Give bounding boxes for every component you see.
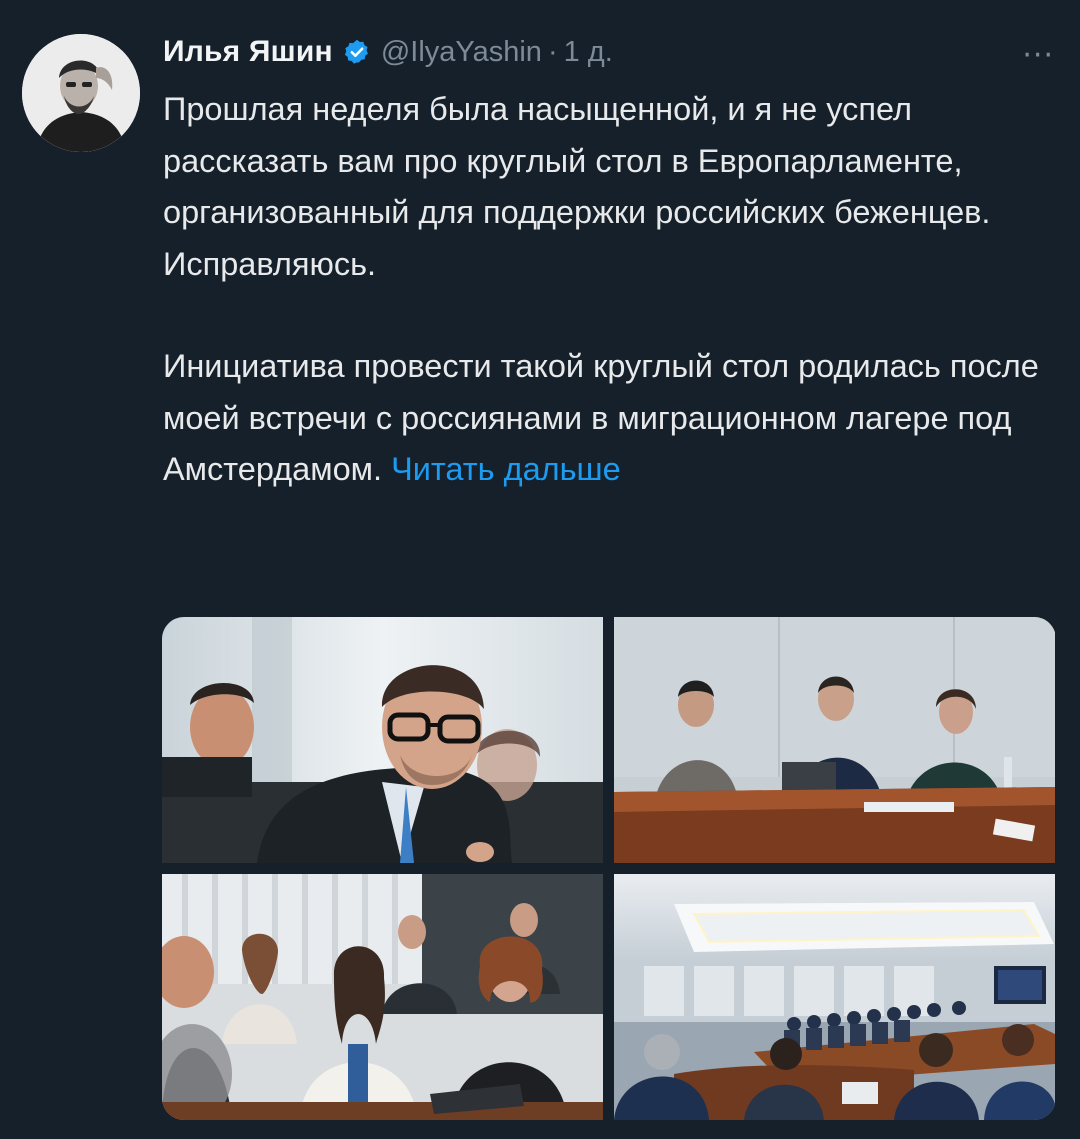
media-grid — [162, 617, 1056, 1120]
avatar-photo — [22, 34, 140, 152]
photo-conference-room[interactable] — [614, 874, 1055, 1120]
photo-audience-women[interactable] — [162, 874, 603, 1120]
photo-panel-three-people[interactable] — [614, 617, 1055, 863]
tweet[interactable]: Илья Яшин @IlyaYashin · 1 д. ··· Прошлая… — [0, 0, 1080, 1139]
photo-speaker-closeup[interactable] — [162, 617, 603, 863]
tweet-text: Прошлая неделя была насыщенной, и я не у… — [163, 84, 1043, 496]
verified-badge-icon — [343, 38, 371, 66]
tweet-header: Илья Яшин @IlyaYashin · 1 д. — [163, 30, 613, 74]
separator-dot: · — [547, 35, 558, 68]
user-handle[interactable]: @IlyaYashin — [381, 36, 542, 69]
read-more-link[interactable]: Читать дальше — [391, 451, 621, 487]
timestamp[interactable]: 1 д. — [564, 36, 613, 69]
more-icon[interactable]: ··· — [1022, 38, 1054, 73]
display-name[interactable]: Илья Яшин — [163, 35, 333, 69]
tweet-paragraph-2: Инициатива провести такой круглый стол р… — [163, 341, 1043, 496]
avatar[interactable] — [22, 34, 140, 152]
tweet-paragraph-1: Прошлая неделя была насыщенной, и я не у… — [163, 91, 991, 282]
